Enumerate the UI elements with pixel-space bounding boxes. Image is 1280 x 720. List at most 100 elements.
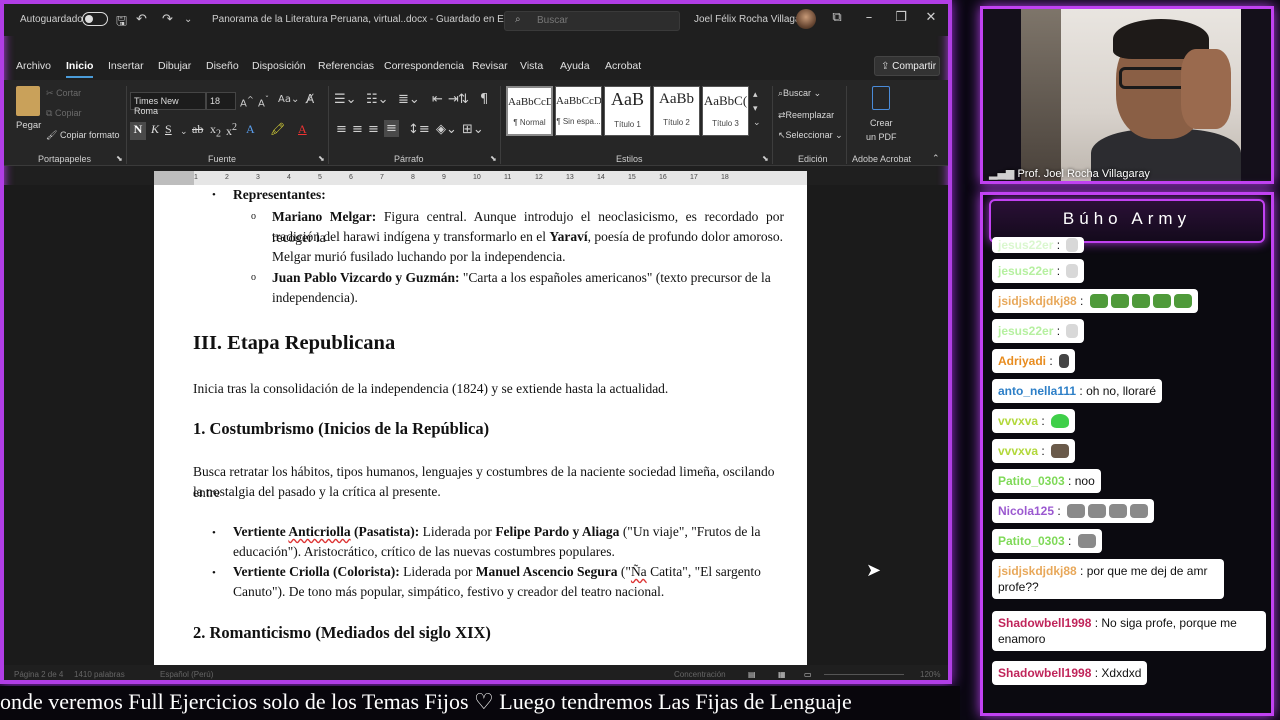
language-status[interactable]: Español (Perú)	[160, 670, 213, 679]
cut-button[interactable]: ✂ Cortar	[46, 88, 81, 99]
read-mode-icon[interactable]: ▤	[748, 670, 756, 679]
paragraph-dialog-launcher-icon[interactable]: ⬊	[490, 154, 497, 163]
style-normal[interactable]: AaBbCcDc ¶ Normal	[506, 86, 553, 136]
copy-button[interactable]: ⧉ Copiar	[46, 108, 81, 119]
font-name-select[interactable]: Times New Roma	[130, 92, 206, 116]
subscript-button[interactable]: x2	[210, 122, 221, 139]
cat-emote-icon	[1109, 504, 1128, 518]
underline-dropdown-icon[interactable]: ⌄	[180, 126, 188, 137]
change-case-icon[interactable]: Aa⌄	[278, 94, 299, 105]
chat-user[interactable]: anto_nella111	[998, 384, 1076, 398]
find-button[interactable]: ⌕Buscar ⌄	[778, 88, 821, 99]
separator	[772, 86, 773, 164]
sort-icon[interactable]: ⇅	[458, 92, 469, 107]
text-effects-icon[interactable]: A	[246, 122, 255, 137]
style-no-spacing[interactable]: AaBbCcDc ¶ Sin espa...	[555, 86, 602, 136]
web-layout-icon[interactable]: ▭	[804, 670, 812, 679]
tab-vista[interactable]: Vista	[520, 60, 543, 72]
bullets-icon[interactable]: ☰⌄	[334, 92, 357, 107]
tab-archivo[interactable]: Archivo	[16, 60, 51, 72]
borders-icon[interactable]: ⊞⌄	[462, 122, 484, 137]
chat-user[interactable]: Shadowbell1998	[998, 666, 1091, 680]
style-heading-3[interactable]: AaBbC( Título 3	[702, 86, 749, 136]
close-icon[interactable]: ✕	[916, 10, 946, 25]
justify-icon[interactable]: ≡	[384, 120, 399, 137]
bold-button[interactable]: N	[130, 122, 146, 140]
shrink-font-icon[interactable]: Aˇ	[258, 94, 269, 109]
tab-diseno[interactable]: Diseño	[206, 60, 239, 72]
page-count[interactable]: Página 2 de 4	[14, 670, 63, 679]
format-painter-button[interactable]: 🖌 Copiar formato	[46, 130, 119, 141]
tab-disposicion[interactable]: Disposición	[252, 60, 306, 72]
font-dialog-launcher-icon[interactable]: ⬊	[318, 154, 325, 163]
shading-icon[interactable]: ◈⌄	[436, 122, 457, 137]
select-button[interactable]: ↖Seleccionar ⌄	[778, 130, 843, 141]
chat-user[interactable]: vvvxva	[998, 414, 1038, 428]
highlight-icon[interactable]: 🖍	[270, 122, 285, 137]
print-layout-icon[interactable]: ▦	[778, 670, 786, 679]
chat-user[interactable]: jsidjskdjdkj88	[998, 564, 1077, 578]
decrease-indent-icon[interactable]: ⇤	[432, 92, 443, 107]
vertical-scrollbar[interactable]	[936, 185, 944, 665]
undo-icon[interactable]: ↶	[136, 12, 147, 27]
customize-qat-icon[interactable]: ⌄	[184, 14, 192, 25]
align-right-icon[interactable]: ≡	[368, 122, 379, 137]
paste-button[interactable]: Pegar	[16, 120, 41, 131]
criolla-line-2: Canuto"). De tono más popular, simpático…	[233, 584, 665, 599]
replace-button[interactable]: ⇄Reemplazar	[778, 110, 834, 121]
autosave-toggle[interactable]	[82, 12, 108, 26]
chat-user[interactable]: jsidjskdjdkj88	[998, 294, 1077, 308]
chat-user[interactable]: Adriyadi	[998, 354, 1046, 368]
chat-user[interactable]: Shadowbell1998	[998, 616, 1091, 630]
superscript-button[interactable]: x2	[226, 122, 237, 139]
focus-mode[interactable]: Concentración	[674, 670, 726, 679]
tab-correspondencia[interactable]: Correspondencia	[384, 60, 464, 72]
chat-user[interactable]: Patito_0303	[998, 474, 1065, 488]
zoom-level[interactable]: 120%	[920, 670, 940, 679]
save-icon[interactable]: 🖫	[116, 12, 127, 34]
line-spacing-icon[interactable]: ↕≡	[408, 122, 430, 137]
show-marks-icon[interactable]: ¶	[480, 92, 488, 107]
underline-button[interactable]: S	[165, 122, 172, 137]
chat-message: jsidjskdjdkj88 :	[992, 289, 1198, 313]
dialog-launcher-icon[interactable]: ⬊	[116, 154, 123, 163]
create-pdf-button[interactable]: Crear	[870, 118, 893, 128]
minimize-icon[interactable]: –	[854, 10, 884, 25]
tab-revisar[interactable]: Revisar	[472, 60, 508, 72]
style-heading-1[interactable]: AaB Título 1	[604, 86, 651, 136]
tab-dibujar[interactable]: Dibujar	[158, 60, 191, 72]
tab-insertar[interactable]: Insertar	[108, 60, 144, 72]
tab-ayuda[interactable]: Ayuda	[560, 60, 590, 72]
zoom-slider[interactable]	[824, 674, 904, 675]
document-page[interactable]: • Representantes: o Mariano Melgar: Figu…	[154, 185, 807, 665]
chat-user[interactable]: Patito_0303	[998, 534, 1065, 548]
style-heading-2[interactable]: AaBb Título 2	[653, 86, 700, 136]
chat-user[interactable]: jesus22er	[998, 324, 1053, 338]
redo-icon[interactable]: ↷	[162, 12, 173, 27]
grow-font-icon[interactable]: A^	[240, 94, 254, 109]
restore-icon[interactable]: ❐	[886, 10, 916, 25]
align-left-icon[interactable]: ≡	[336, 122, 347, 137]
font-size-select[interactable]: 18	[206, 92, 236, 110]
styles-dialog-launcher-icon[interactable]: ⬊	[762, 154, 769, 163]
ribbon-display-icon[interactable]: ⧉	[822, 10, 852, 25]
strikethrough-button[interactable]: ab	[192, 122, 203, 137]
tab-inicio[interactable]: Inicio	[66, 60, 94, 78]
word-count[interactable]: 1410 palabras	[74, 670, 125, 679]
styles-scroll-icon[interactable]: ▴ ▾ ⌄	[753, 88, 761, 130]
search-input[interactable]: ⌕ Buscar	[504, 11, 680, 31]
numbering-icon[interactable]: ☷⌄	[366, 92, 389, 107]
font-color-icon[interactable]: A	[298, 122, 307, 137]
align-center-icon[interactable]: ≡	[352, 122, 363, 137]
tab-acrobat[interactable]: Acrobat	[605, 60, 641, 72]
italic-button[interactable]: K	[151, 122, 159, 137]
chat-user[interactable]: jesus22er	[998, 264, 1053, 278]
tab-referencias[interactable]: Referencias	[318, 60, 374, 72]
clear-format-icon[interactable]: A̸	[306, 92, 314, 106]
avatar[interactable]	[796, 9, 816, 29]
chat-user[interactable]: vvvxva	[998, 444, 1038, 458]
collapse-ribbon-icon[interactable]: ⌃	[932, 154, 940, 164]
multilevel-icon[interactable]: ≣⌄	[398, 92, 420, 107]
share-button[interactable]: ⇪ Compartir	[874, 56, 940, 76]
chat-user[interactable]: Nicola125	[998, 504, 1054, 518]
